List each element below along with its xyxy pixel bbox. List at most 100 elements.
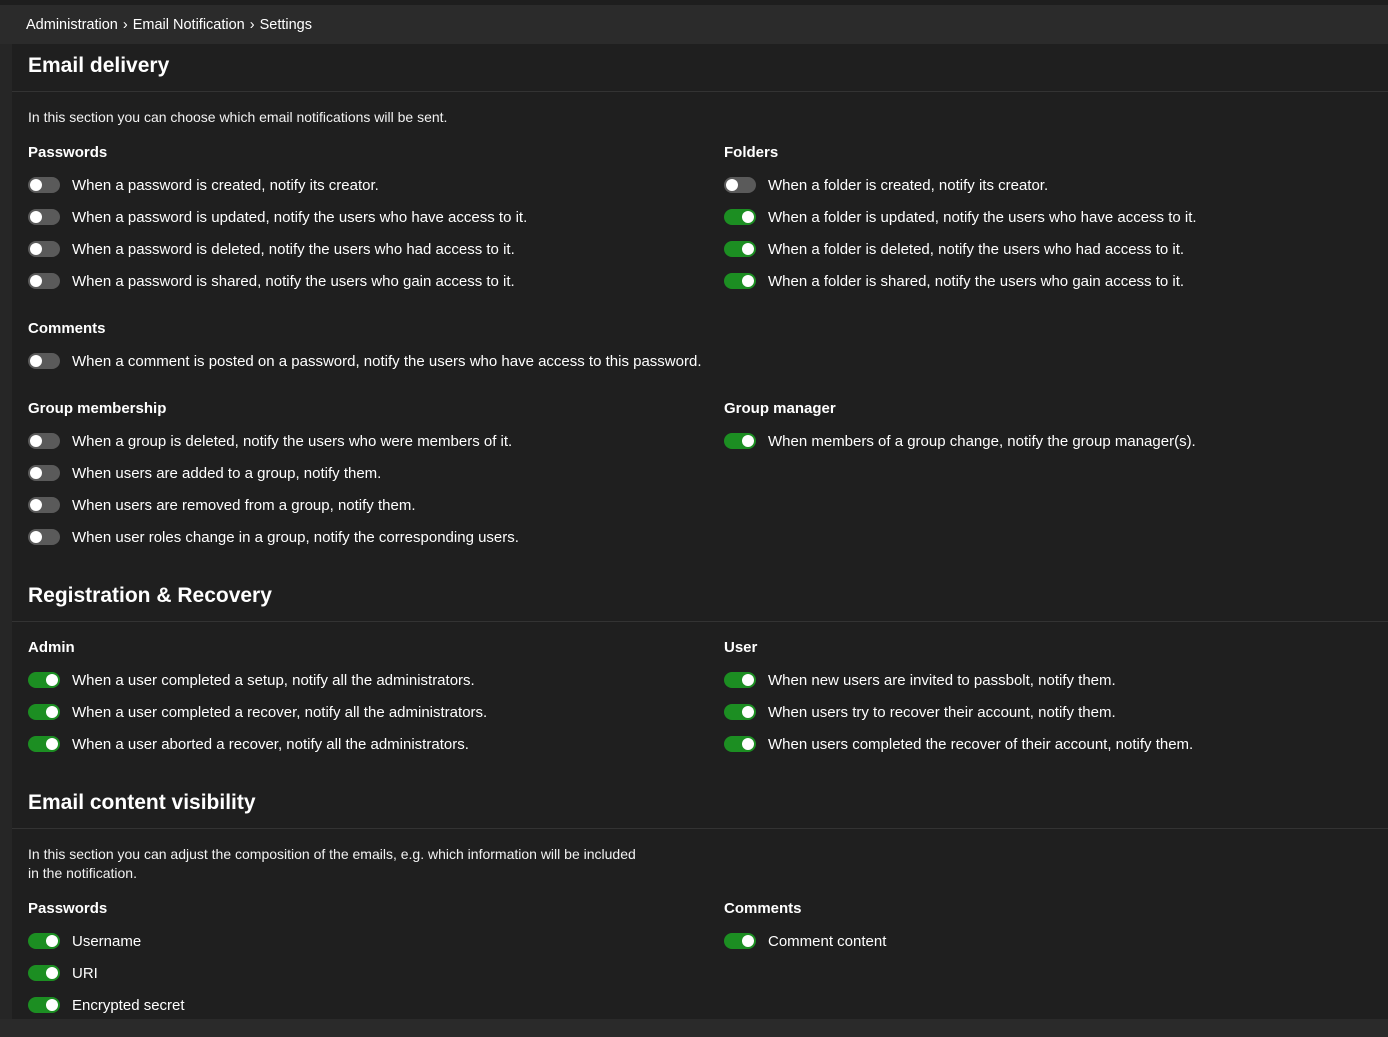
toggle-switch-on[interactable] [724, 933, 756, 949]
notification-setting-row: When a folder is shared, notify the user… [724, 271, 1184, 291]
toggle-knob [742, 738, 754, 750]
setting-label: URI [72, 964, 98, 982]
notification-setting-row: When a password is updated, notify the u… [28, 207, 527, 227]
notification-setting-row: When a password is created, notify its c… [28, 175, 379, 195]
toggle-knob [742, 706, 754, 718]
notification-setting-row: Username [28, 931, 141, 951]
toggle-switch-on[interactable] [724, 241, 756, 257]
breadcrumb-item-email-notification[interactable]: Email Notification [133, 17, 245, 33]
notification-setting-row: When users completed the recover of thei… [724, 734, 1193, 754]
settings-content: Email delivery In this section you can c… [12, 44, 1388, 1019]
group-title-visibility-comments: Comments [724, 900, 802, 917]
setting-label: When a folder is created, notify its cre… [768, 176, 1049, 194]
group-title-comments: Comments [28, 320, 106, 337]
notification-setting-row: When a password is shared, notify the us… [28, 271, 515, 291]
setting-label: When members of a group change, notify t… [768, 432, 1196, 450]
toggle-knob [46, 967, 58, 979]
section-divider [12, 91, 1388, 92]
setting-label: When a group is deleted, notify the user… [72, 432, 513, 450]
toggle-switch-on[interactable] [28, 965, 60, 981]
toggle-knob [46, 674, 58, 686]
toggle-knob [30, 355, 42, 367]
toggle-switch-on[interactable] [724, 704, 756, 720]
breadcrumb-item-administration[interactable]: Administration [26, 17, 118, 33]
toggle-switch-on[interactable] [724, 736, 756, 752]
setting-label: Username [72, 932, 142, 950]
toggle-switch-off[interactable] [28, 177, 60, 193]
notification-setting-row: Encrypted secret [28, 995, 185, 1015]
setting-label: When users completed the recover of thei… [768, 735, 1194, 753]
toggle-switch-on[interactable] [28, 933, 60, 949]
toggle-knob [742, 674, 754, 686]
toggle-switch-on[interactable] [724, 672, 756, 688]
setting-label: Comment content [768, 932, 887, 950]
left-rail [0, 44, 12, 1019]
section-title-registration-recovery: Registration & Recovery [28, 584, 272, 607]
setting-label: When a password is updated, notify the u… [72, 208, 528, 226]
toggle-switch-off[interactable] [28, 433, 60, 449]
group-title-user: User [724, 639, 758, 656]
setting-label: When a folder is shared, notify the user… [768, 272, 1185, 290]
toggle-knob [30, 211, 42, 223]
toggle-knob [30, 531, 42, 543]
setting-label: Encrypted secret [72, 996, 185, 1014]
setting-label: When a password is shared, notify the us… [72, 272, 515, 290]
setting-label: When users try to recover their account,… [768, 703, 1116, 721]
toggle-switch-on[interactable] [28, 704, 60, 720]
toggle-knob [726, 179, 738, 191]
section-title-email-delivery: Email delivery [28, 54, 170, 77]
setting-label: When user roles change in a group, notif… [72, 528, 519, 546]
notification-setting-row: URI [28, 963, 98, 983]
toggle-switch-off[interactable] [28, 209, 60, 225]
notification-setting-row: When a folder is created, notify its cre… [724, 175, 1048, 195]
toggle-switch-off[interactable] [28, 353, 60, 369]
toggle-knob [30, 275, 42, 287]
notification-setting-row: When members of a group change, notify t… [724, 431, 1196, 451]
toggle-knob [46, 935, 58, 947]
setting-label: When a folder is deleted, notify the use… [768, 240, 1185, 258]
toggle-switch-on[interactable] [724, 273, 756, 289]
notification-setting-row: When users are removed from a group, not… [28, 495, 415, 515]
breadcrumb-separator: › [122, 16, 128, 33]
notification-setting-row: When users try to recover their account,… [724, 702, 1116, 722]
section-title-content-visibility: Email content visibility [28, 791, 256, 814]
notification-setting-row: Comment content [724, 931, 886, 951]
setting-label: When users are added to a group, notify … [72, 464, 382, 482]
toggle-knob [742, 435, 754, 447]
toggle-knob [30, 467, 42, 479]
toggle-switch-on[interactable] [28, 736, 60, 752]
notification-setting-row: When new users are invited to passbolt, … [724, 670, 1116, 690]
setting-label: When users are removed from a group, not… [72, 496, 416, 514]
group-title-folders: Folders [724, 144, 779, 161]
section-divider [12, 621, 1388, 622]
toggle-knob [30, 243, 42, 255]
toggle-switch-off[interactable] [28, 529, 60, 545]
setting-label: When a password is created, notify its c… [72, 176, 379, 194]
group-title-admin: Admin [28, 639, 75, 656]
breadcrumb-separator: › [249, 16, 255, 33]
toggle-switch-on[interactable] [28, 997, 60, 1013]
notification-setting-row: When a folder is deleted, notify the use… [724, 239, 1184, 259]
notification-setting-row: When a group is deleted, notify the user… [28, 431, 512, 451]
toggle-switch-off[interactable] [28, 273, 60, 289]
toggle-switch-on[interactable] [724, 433, 756, 449]
toggle-knob [46, 706, 58, 718]
toggle-switch-off[interactable] [28, 465, 60, 481]
toggle-switch-off[interactable] [28, 497, 60, 513]
group-title-passwords: Passwords [28, 144, 108, 161]
notification-setting-row: When user roles change in a group, notif… [28, 527, 519, 547]
group-title-group-manager: Group manager [724, 400, 836, 417]
setting-label: When a folder is updated, notify the use… [768, 208, 1197, 226]
group-title-visibility-passwords: Passwords [28, 900, 108, 917]
toggle-knob [46, 999, 58, 1011]
notification-setting-row: When a folder is updated, notify the use… [724, 207, 1197, 227]
notification-setting-row: When a password is deleted, notify the u… [28, 239, 515, 259]
breadcrumb-item-settings[interactable]: Settings [260, 17, 312, 33]
toggle-switch-off[interactable] [28, 241, 60, 257]
toggle-knob [742, 275, 754, 287]
notification-setting-row: When a user completed a recover, notify … [28, 702, 487, 722]
section-divider [12, 828, 1388, 829]
toggle-switch-on[interactable] [28, 672, 60, 688]
toggle-switch-on[interactable] [724, 209, 756, 225]
toggle-switch-off[interactable] [724, 177, 756, 193]
